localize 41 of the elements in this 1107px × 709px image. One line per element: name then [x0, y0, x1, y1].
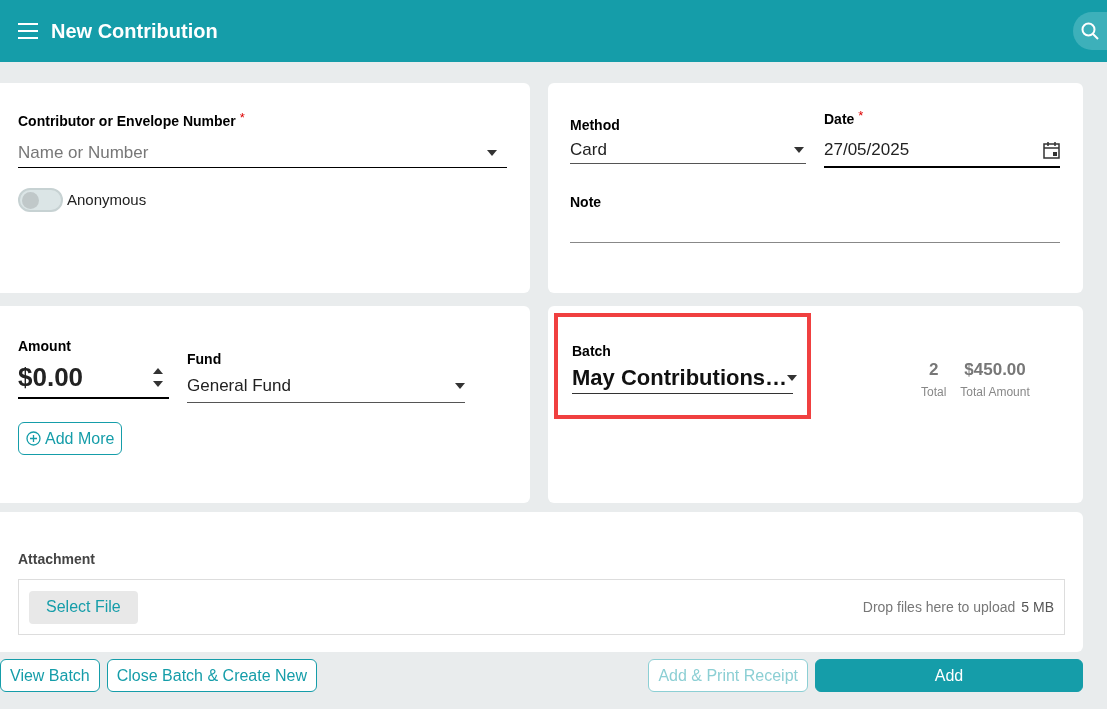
menu-icon[interactable] — [18, 23, 38, 39]
size-limit: 5 MB — [1021, 597, 1054, 617]
amount-field[interactable]: $0.00 — [18, 357, 169, 399]
method-select[interactable]: Card — [570, 136, 806, 164]
caret-icon — [794, 146, 804, 153]
search-button[interactable] — [1073, 12, 1107, 50]
field-label: Amount — [18, 337, 71, 356]
fund-select[interactable]: General Fund — [187, 370, 465, 403]
field-label: Method — [570, 116, 620, 135]
page-title: New Contribution — [51, 19, 218, 44]
field-label: Batch — [572, 342, 611, 361]
select-file-button[interactable]: Select File — [29, 590, 138, 624]
stat-label: Total Amount — [960, 383, 1030, 401]
contributor-select[interactable]: Name or Number — [18, 138, 507, 168]
field-label: Date — [824, 110, 855, 129]
stat-value: 2 — [928, 359, 939, 381]
caret-icon — [787, 374, 798, 381]
required-mark: * — [858, 109, 864, 122]
plus-circle-icon — [26, 431, 41, 446]
anonymous-toggle[interactable] — [18, 188, 63, 212]
attachment-label: Attachment — [18, 551, 95, 567]
drop-zone[interactable]: Select File Drop files here to upload 5 MB — [18, 579, 1065, 635]
required-mark: * — [239, 111, 245, 124]
drop-hint: Drop files here to upload — [862, 597, 1016, 617]
caret-icon — [455, 383, 465, 389]
batch-select[interactable]: May Contributions… — [572, 362, 793, 394]
anonymous-label: Anonymous — [67, 189, 147, 210]
date-field[interactable]: 27/05/2025 — [824, 134, 1060, 168]
field-label: Contributor or Envelope Number — [18, 112, 236, 131]
stat-value: $450.00 — [964, 359, 1026, 381]
caret-icon — [487, 149, 497, 156]
calendar-icon[interactable] — [1043, 141, 1060, 159]
stepper-icon[interactable] — [153, 367, 163, 387]
stat-label: Total — [921, 383, 947, 401]
add-button[interactable]: Add — [815, 659, 1083, 692]
add-more-button[interactable]: Add More — [18, 422, 123, 455]
action-button[interactable]: Close Batch & Create New — [106, 659, 318, 692]
field-label: Fund — [187, 350, 222, 369]
search-icon — [1081, 22, 1099, 40]
field-label: Note — [570, 193, 602, 212]
action-button[interactable]: View Batch — [0, 659, 100, 692]
